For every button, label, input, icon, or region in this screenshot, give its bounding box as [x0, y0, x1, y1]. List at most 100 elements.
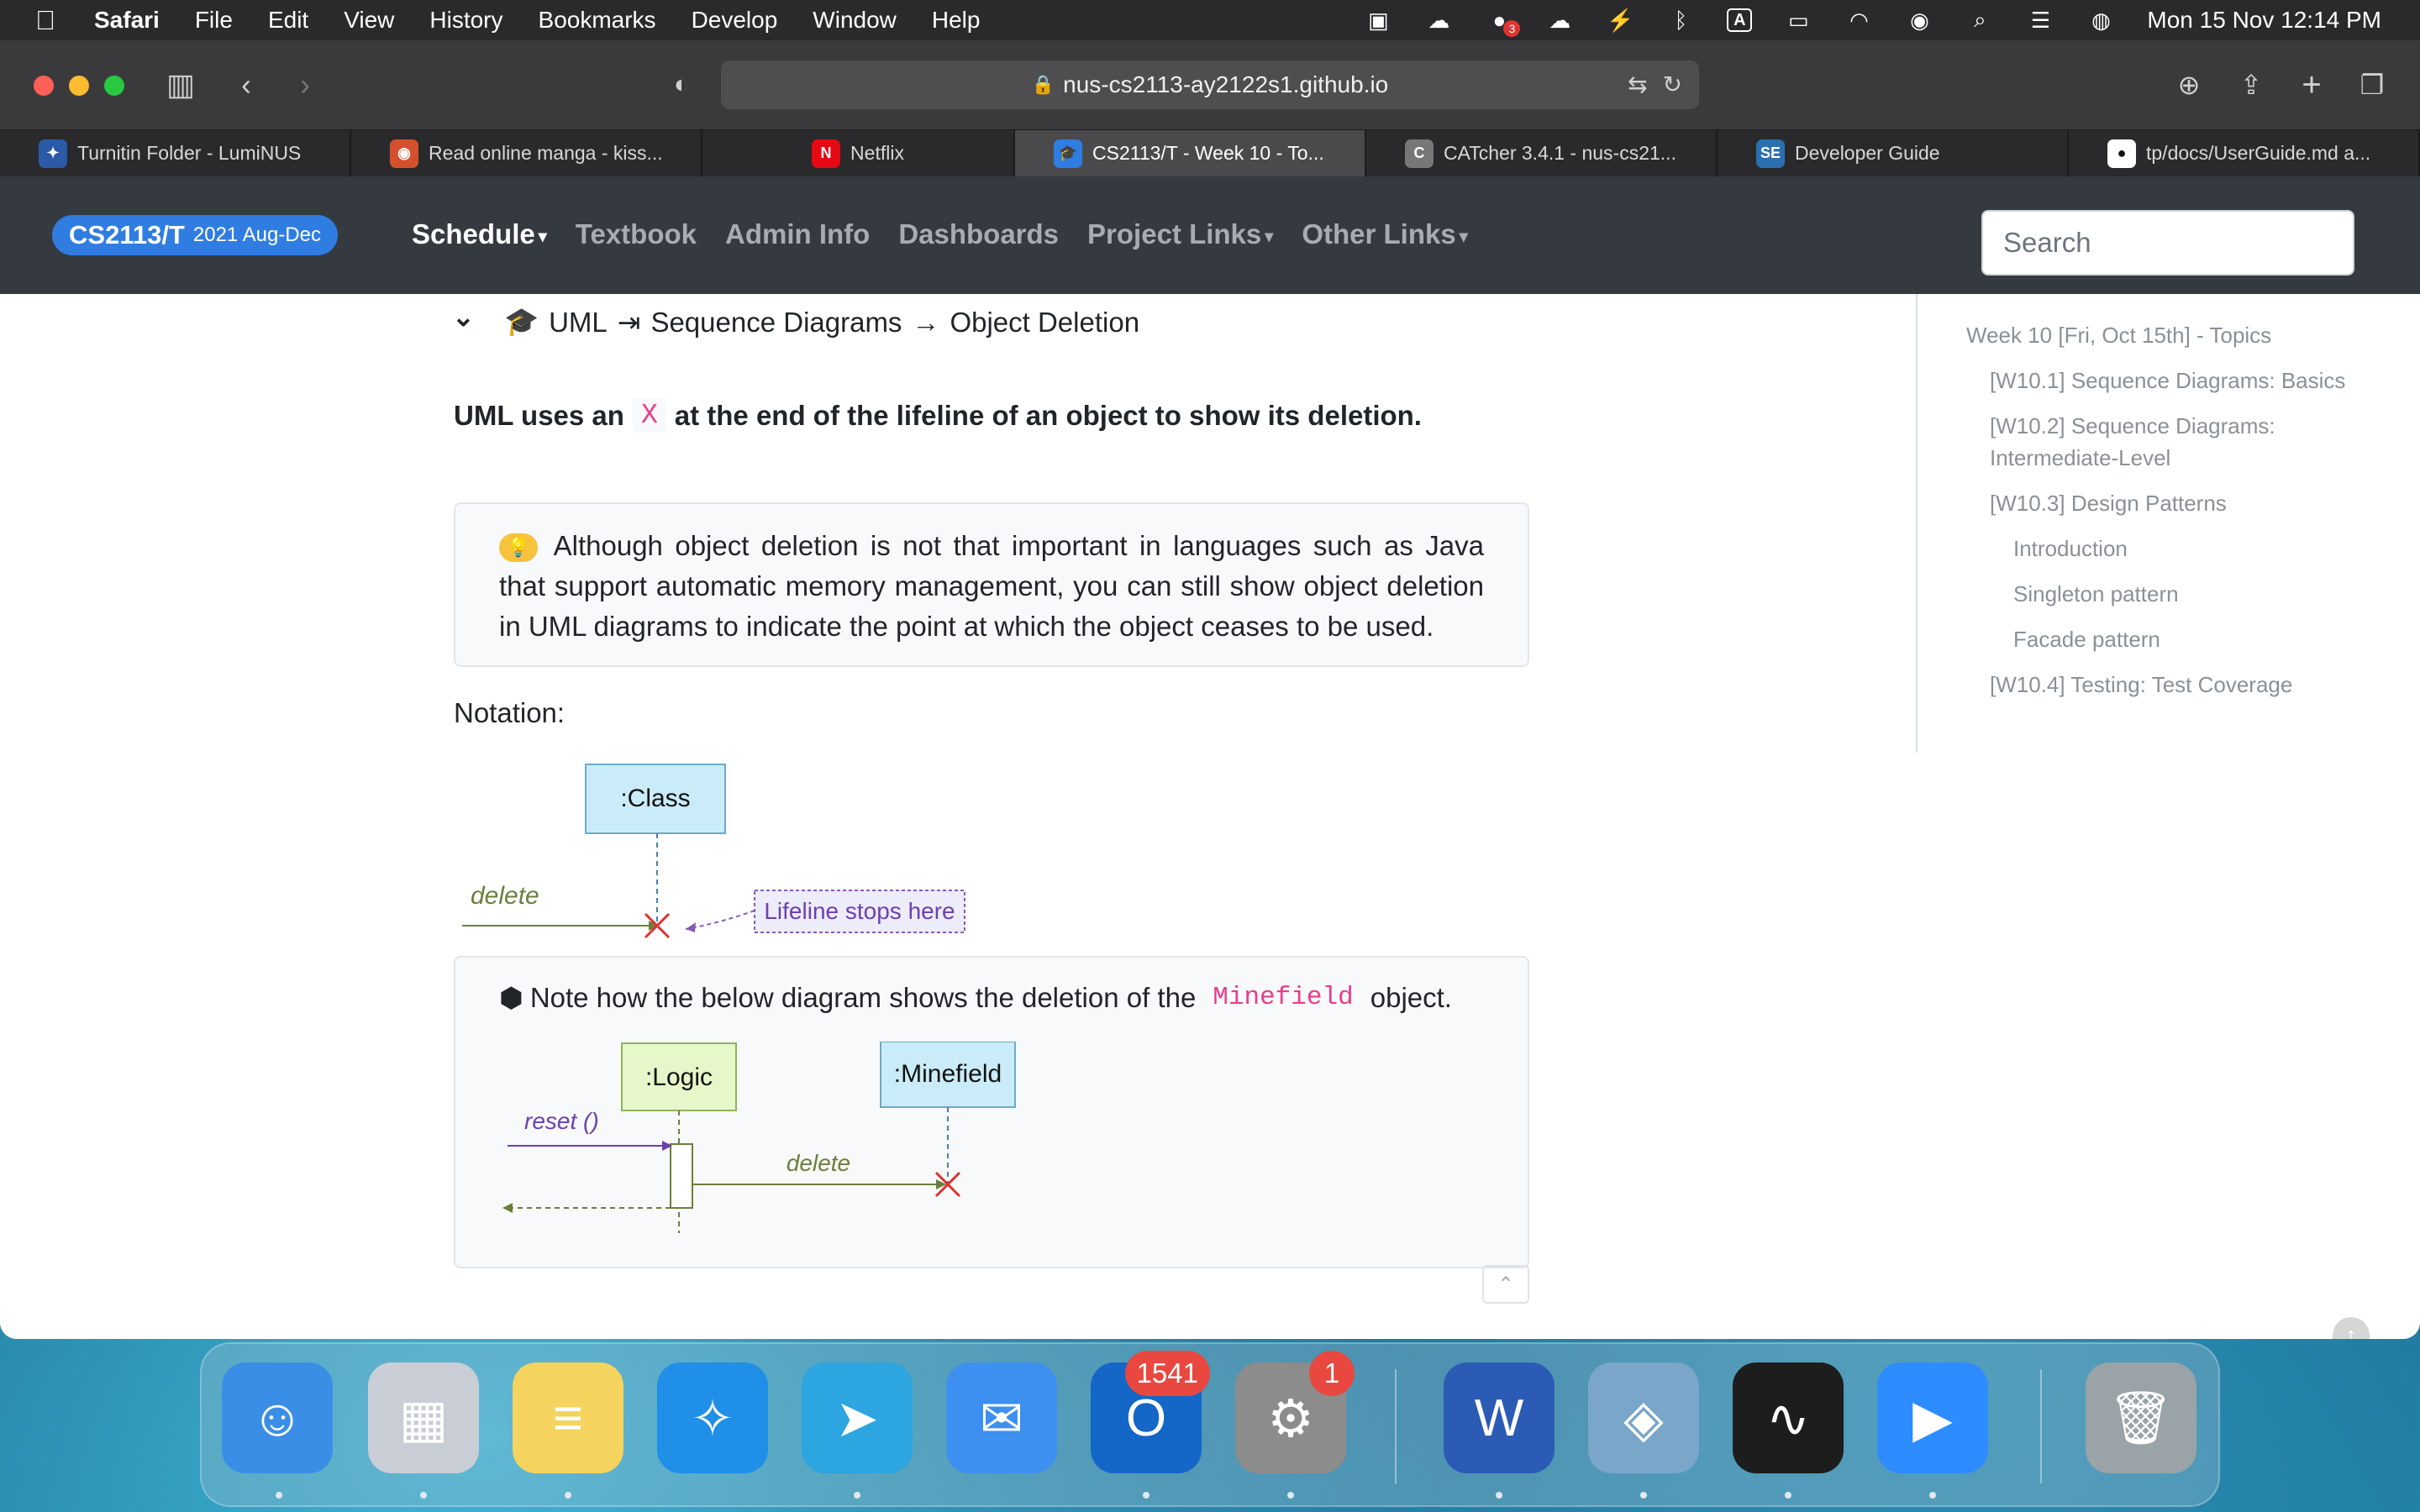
- site-search-input[interactable]: Search: [1981, 210, 2354, 276]
- toc-item[interactable]: Facade pattern: [1918, 623, 2420, 655]
- heading-code-x: X: [632, 398, 666, 433]
- new-tab-icon[interactable]: +: [2291, 64, 2333, 106]
- cloud-sync-icon[interactable]: ☁: [1545, 8, 1574, 33]
- dock: ☺ ▦ ≡ ✧ ➤ ✉ O 1541 ⚙ 1 W ◈ ∿ ▶ 🗑: [200, 1342, 2220, 1507]
- address-bar[interactable]: 🔒 nus-cs2113-ay2122s1.github.io ⇆ ↻: [721, 60, 1699, 109]
- menu-edit[interactable]: Edit: [268, 7, 308, 34]
- safari-dock-icon[interactable]: ✧: [657, 1362, 768, 1473]
- back-icon[interactable]: ‹: [225, 64, 267, 106]
- mail-dock-icon[interactable]: ✉: [946, 1362, 1057, 1473]
- bluetooth-icon[interactable]: ᛒ: [1666, 8, 1695, 33]
- zoom-status-icon[interactable]: ▣: [1364, 8, 1392, 33]
- running-indicator: [1640, 1492, 1647, 1499]
- collapse-up-button[interactable]: ⌃: [1482, 1265, 1529, 1304]
- site-brand[interactable]: CS2113/T 2021 Aug-Dec: [52, 215, 338, 255]
- nav-item-project-links[interactable]: Project Links ▾: [1087, 218, 1273, 250]
- menu-help[interactable]: Help: [932, 7, 981, 34]
- battery-icon[interactable]: ▭: [1784, 8, 1812, 33]
- nav-item-dashboards[interactable]: Dashboards: [898, 218, 1059, 250]
- nav-item-admin-info[interactable]: Admin Info: [725, 218, 870, 250]
- toc-item[interactable]: [W10.2] Sequence Diagrams: Intermediate-…: [1918, 410, 2420, 474]
- return-arrowhead: [502, 1203, 513, 1213]
- reload-icon[interactable]: ↻: [1663, 71, 1682, 98]
- menu-app-name[interactable]: Safari: [94, 7, 160, 34]
- minefield-deletion-diagram: :Logic :Minefield reset () delete: [502, 1042, 1016, 1233]
- collapse-chevron-icon[interactable]: ⌄: [452, 301, 475, 333]
- toc-item[interactable]: Week 10 [Fri, Oct 15th] - Topics: [1918, 319, 2420, 351]
- browser-tab[interactable]: SE Developer Guide: [1718, 130, 2069, 176]
- tab-overview-icon[interactable]: ❐: [2351, 64, 2393, 106]
- example-text-pre: Note how the below diagram shows the del…: [529, 981, 1197, 1013]
- translate-icon[interactable]: ⇆: [1628, 71, 1647, 98]
- menu-history[interactable]: History: [429, 7, 502, 34]
- apple-menu-icon[interactable]: : [35, 5, 69, 36]
- system-preferences-dock-icon[interactable]: ⚙ 1: [1235, 1351, 1355, 1473]
- trash-dock-icon[interactable]: 🗑: [2086, 1362, 2196, 1473]
- control-center-icon[interactable]: ☰: [2026, 8, 2054, 33]
- toc-item[interactable]: Introduction: [1918, 533, 2420, 564]
- browser-tab[interactable]: 🎓 CS2113/T - Week 10 - To...: [1015, 130, 1366, 176]
- browser-tab[interactable]: ◉ Read online manga - kiss...: [351, 130, 702, 176]
- nav-item-schedule[interactable]: Schedule ▾: [412, 218, 547, 250]
- siri-icon[interactable]: ◍: [2086, 8, 2115, 33]
- privacy-shield-icon[interactable]: ◐: [660, 64, 702, 106]
- menu-view[interactable]: View: [344, 7, 394, 34]
- toc-item[interactable]: [W10.1] Sequence Diagrams: Basics: [1918, 365, 2420, 396]
- telegram-dock-icon[interactable]: ➤: [802, 1362, 913, 1473]
- zoom-dock-icon[interactable]: ▶: [1877, 1362, 1988, 1473]
- minefield-label: :Minefield: [894, 1060, 1002, 1088]
- example-code-minefield: Minefield: [1213, 983, 1354, 1012]
- forward-icon[interactable]: ›: [284, 64, 326, 106]
- nav-item-textbook[interactable]: Textbook: [576, 218, 697, 250]
- site-nav-items: Schedule ▾ Textbook Admin Info Dashboards Pro…: [412, 218, 1468, 250]
- menu-file[interactable]: File: [195, 7, 233, 34]
- downloads-icon[interactable]: ⊕: [2168, 64, 2210, 106]
- nav-item-other-links[interactable]: Other Links ▾: [1302, 218, 1467, 250]
- bluetooth-tool-icon[interactable]: ⚡: [1606, 8, 1634, 33]
- outlook-dock-icon[interactable]: O 1541: [1091, 1351, 1210, 1473]
- minimize-window-button[interactable]: [69, 76, 89, 96]
- scroll-to-top-button[interactable]: ↑: [2333, 1317, 2370, 1339]
- toc-item[interactable]: [W10.4] Testing: Test Coverage: [1918, 669, 2420, 701]
- breadcrumb-object-deletion: Object Deletion: [950, 306, 1140, 338]
- wifi-icon[interactable]: ◠: [1844, 8, 1873, 33]
- spotlight-search-icon[interactable]: ⌕: [1965, 7, 1994, 32]
- launchpad-dock-icon[interactable]: ▦: [368, 1362, 479, 1473]
- menu-bar:  Safari File Edit View History Bookmark…: [0, 0, 2420, 40]
- url-text: nus-cs2113-ay2122s1.github.io: [1063, 71, 1389, 97]
- menu-window[interactable]: Window: [813, 7, 897, 34]
- running-indicator: [1496, 1492, 1502, 1499]
- finder-dock-icon[interactable]: ☺: [222, 1362, 333, 1473]
- safari-window: ▥ ‹ › ◐ 🔒 nus-cs2113-ay2122s1.github.io …: [0, 40, 2420, 1339]
- caret-down-icon: ▾: [1265, 227, 1274, 246]
- browser-tab[interactable]: N Netflix: [702, 130, 1015, 176]
- menu-clock[interactable]: Mon 15 Nov 12:14 PM: [2147, 7, 2381, 34]
- running-indicator: [1287, 1492, 1294, 1499]
- cloud-icon[interactable]: ☁: [1424, 8, 1453, 33]
- site-navbar: CS2113/T 2021 Aug-Dec Schedule ▾ Textbook A…: [0, 176, 2420, 294]
- word-dock-icon[interactable]: W: [1444, 1362, 1555, 1473]
- netflix-icon: N: [812, 139, 841, 168]
- toc-item[interactable]: Singleton pattern: [1918, 578, 2420, 610]
- browser-tab[interactable]: ● tp/docs/UserGuide.md a...: [2069, 130, 2420, 176]
- notes-dock-icon[interactable]: ≡: [513, 1362, 623, 1473]
- nav-item-label: Textbook: [575, 218, 697, 249]
- toc-item[interactable]: [W10.3] Design Patterns: [1918, 487, 2420, 519]
- tip-box: 💡 Although object deletion is not that i…: [454, 502, 1529, 667]
- menu-bookmarks[interactable]: Bookmarks: [539, 7, 656, 34]
- running-indicator: [1143, 1492, 1150, 1499]
- input-source-icon[interactable]: A: [1727, 8, 1753, 32]
- menu-develop[interactable]: Develop: [692, 7, 778, 34]
- user-icon[interactable]: ◉: [1905, 8, 1933, 33]
- zoom-window-button[interactable]: [104, 76, 124, 96]
- sidebar-toggle-icon[interactable]: ▥: [160, 64, 202, 106]
- browser-tab[interactable]: C CATcher 3.4.1 - nus-cs21...: [1366, 130, 1718, 176]
- preview-dock-icon[interactable]: ◈: [1588, 1362, 1699, 1473]
- catcher-icon: C: [1405, 139, 1434, 168]
- running-indicator: [565, 1492, 571, 1499]
- activity-monitor-dock-icon[interactable]: ∿: [1733, 1362, 1844, 1473]
- close-window-button[interactable]: [34, 76, 54, 96]
- browser-tab[interactable]: ✦ Turnitin Folder - LumiNUS: [0, 130, 351, 176]
- share-icon[interactable]: ⇪: [2230, 64, 2272, 106]
- notification-app-icon[interactable]: ● 3: [1485, 8, 1521, 37]
